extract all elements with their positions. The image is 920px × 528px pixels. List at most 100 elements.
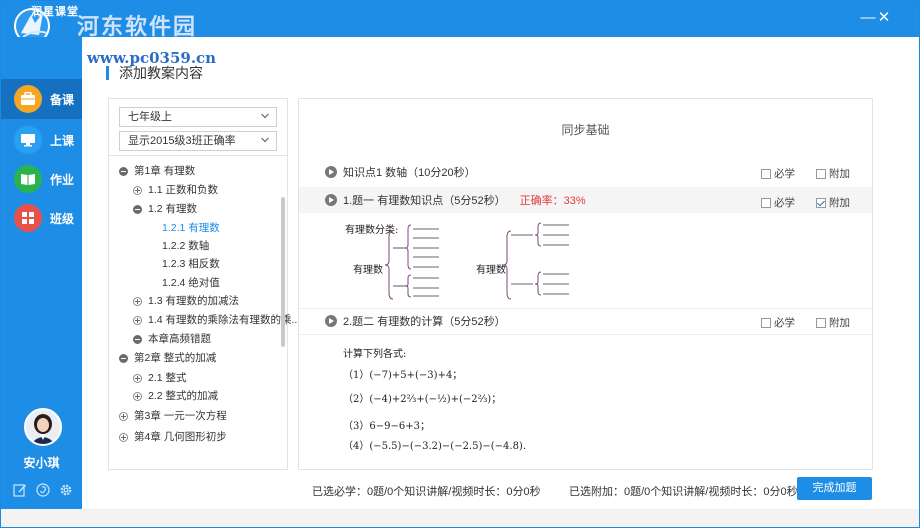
row-label: 2.题二 有理数的计算（5分52秒） — [343, 316, 506, 328]
avatar[interactable] — [24, 408, 62, 446]
sidebar-item-homework[interactable]: 作业 — [1, 159, 82, 199]
tree-chapter-4[interactable]: 第4章 几何图形初步 — [119, 428, 227, 446]
sidebar-item-label: 上课 — [50, 133, 75, 148]
page-title: 添加教案内容 — [106, 63, 203, 83]
expand-icon[interactable] — [133, 391, 142, 401]
checkbox-box[interactable] — [816, 197, 826, 208]
tree-label: 本章高频错题 — [148, 333, 211, 345]
checkbox-box[interactable] — [761, 317, 771, 328]
grid-icon — [14, 204, 42, 232]
classification-diagram — [384, 222, 569, 300]
expand-icon[interactable] — [133, 315, 142, 325]
expand-icon[interactable] — [133, 373, 142, 383]
tree-item-1-2-1[interactable]: 1.2.1 有理数 — [162, 219, 220, 237]
tree-section-frequent-errors[interactable]: 本章高频错题 — [133, 330, 211, 348]
tree-label: 第1章 有理数 — [134, 165, 196, 177]
question-text: 计算下列各式: — [343, 349, 407, 360]
tree-label: 1.1 正数和负数 — [148, 184, 219, 196]
lesson-content-panel: 同步基础 知识点1 数轴（10分20秒） 必学 附加 1.题一 有理数知识点（5… — [298, 98, 873, 470]
tree-label: 1.2.3 相反数 — [162, 258, 220, 270]
row-label: 1.题一 有理数知识点（5分52秒） — [343, 195, 506, 207]
class-accuracy-select[interactable]: 显示2015级3班正确率 — [119, 131, 277, 151]
tree-item-1-2-2[interactable]: 1.2.2 数轴 — [162, 237, 209, 255]
tree-label: 1.2 有理数 — [148, 203, 198, 215]
checkbox-box[interactable] — [761, 197, 771, 208]
chevron-down-icon — [261, 113, 269, 119]
tree-section-1-2[interactable]: 1.2 有理数 — [133, 200, 197, 218]
grade-select[interactable]: 七年级上 — [119, 107, 277, 127]
divider — [299, 334, 872, 335]
extra-checkbox[interactable]: 附加 — [816, 195, 850, 210]
tree-label: 2.1 整式 — [148, 372, 187, 384]
checkbox-box[interactable] — [761, 168, 771, 179]
collapse-icon[interactable] — [133, 204, 142, 214]
tree-chapter-3[interactable]: 第3章 一元一次方程 — [119, 407, 227, 425]
gear-icon[interactable] — [59, 483, 73, 497]
tree-label: 1.3 有理数的加减法 — [148, 295, 240, 307]
checkbox-label: 必学 — [774, 197, 795, 209]
status-strip — [1, 509, 919, 527]
checkbox-label: 必学 — [774, 317, 795, 329]
expand-icon[interactable] — [119, 411, 128, 421]
extra-checkbox[interactable]: 附加 — [816, 166, 850, 181]
close-button[interactable]: ✕ — [875, 9, 893, 27]
tree-section-1-4[interactable]: 1.4 有理数的乘除法有理数的乘... — [133, 311, 300, 329]
tree-section-1-3[interactable]: 1.3 有理数的加减法 — [133, 292, 239, 310]
required-checkbox[interactable]: 必学 — [761, 166, 795, 181]
tree-chapter-1[interactable]: 第1章 有理数 — [119, 162, 195, 180]
tree-item-1-2-3[interactable]: 1.2.3 相反数 — [162, 255, 220, 273]
tree-label: 第2章 整式的加减 — [134, 352, 217, 364]
collapse-icon[interactable] — [133, 334, 142, 344]
expand-icon[interactable] — [119, 432, 128, 442]
checkbox-box[interactable] — [816, 168, 826, 179]
collapse-icon[interactable] — [119, 353, 128, 363]
required-checkbox[interactable]: 必学 — [761, 315, 795, 330]
user-name: 安小琪 — [23, 456, 60, 470]
sidebar-item-class[interactable]: 上课 — [1, 120, 82, 160]
accuracy-rate: 正确率：33% — [519, 195, 586, 207]
briefcase-icon — [14, 85, 42, 113]
expand-icon[interactable] — [133, 296, 142, 306]
tree-section-2-2[interactable]: 2.2 整式的加减 — [133, 387, 218, 405]
sidebar-item-classes[interactable]: 班级 — [1, 198, 82, 238]
checkbox-label: 附加 — [829, 168, 850, 180]
tree-label: 1.2.1 有理数 — [162, 222, 220, 234]
sidebar-item-prepare[interactable]: 备课 — [1, 79, 82, 119]
extra-checkbox[interactable]: 附加 — [816, 315, 850, 330]
checkbox-box[interactable] — [816, 317, 826, 328]
question-text: （3）6−9−6+3； — [343, 421, 430, 432]
page-title-text: 添加教案内容 — [119, 65, 203, 81]
sidebar-item-label: 班级 — [50, 211, 75, 226]
edit-icon[interactable] — [13, 483, 27, 497]
question-text: （4）(−5.5)−(−3.2)−(−2.5)−(−4.8). — [343, 441, 527, 452]
checkbox-label: 附加 — [829, 197, 850, 209]
tree-scrollbar[interactable] — [281, 197, 285, 347]
expand-icon[interactable] — [133, 185, 142, 195]
checkbox-label: 附加 — [829, 317, 850, 329]
help-icon[interactable] — [36, 483, 50, 497]
extra-summary: 已选附加：0题/0个知识讲解/视频时长：0分0秒 — [569, 486, 798, 498]
question-image-calculation: 计算下列各式: （1）(−7)+5+(−3)+4； （2）(−4)+2⅔+(−½… — [339, 339, 526, 454]
tree-chapter-2[interactable]: 第2章 整式的加减 — [119, 349, 216, 367]
question-text: （2）(−4)+2⅔+(−½)+(−2⅔)； — [343, 394, 502, 405]
grade-select-value: 七年级上 — [128, 111, 172, 123]
divider — [109, 155, 287, 156]
book-icon — [14, 165, 42, 193]
tree-section-1-1[interactable]: 1.1 正数和负数 — [133, 181, 218, 199]
required-summary: 已选必学：0题/0个知识讲解/视频时长：0分0秒 — [312, 486, 541, 498]
finish-adding-button[interactable]: 完成加题 — [797, 477, 872, 500]
class-select-value: 显示2015级3班正确率 — [128, 135, 236, 147]
tree-section-2-1[interactable]: 2.1 整式 — [133, 369, 187, 387]
checkbox-label: 必学 — [774, 168, 795, 180]
play-icon[interactable] — [325, 194, 337, 206]
play-icon[interactable] — [325, 315, 337, 327]
question-image-classification: 有理数分类: 有理数 有理数 — [341, 217, 581, 307]
tree-item-1-2-4[interactable]: 1.2.4 绝对值 — [162, 274, 220, 292]
row-label: 知识点1 数轴（10分20秒） — [343, 167, 476, 179]
chapter-panel: 七年级上 显示2015级3班正确率 第1章 有理数 1.1 正数和负数 1.2 … — [108, 98, 300, 470]
sidebar-item-label: 作业 — [50, 172, 75, 187]
monitor-icon — [14, 126, 42, 154]
collapse-icon[interactable] — [119, 166, 128, 176]
required-checkbox[interactable]: 必学 — [761, 195, 795, 210]
play-icon[interactable] — [325, 166, 337, 178]
